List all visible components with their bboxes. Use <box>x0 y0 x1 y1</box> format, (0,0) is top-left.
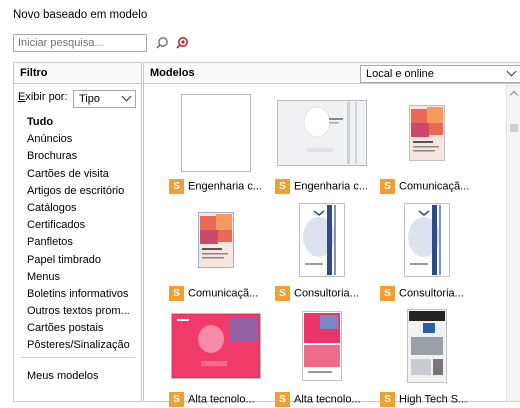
category-item[interactable]: Boletins informativos <box>27 286 130 303</box>
writer-doc-icon: S <box>169 392 184 407</box>
template-name: Alta tecnolo... <box>294 393 361 406</box>
divider <box>20 357 135 358</box>
template-label: S Comunicaçã... <box>380 179 469 195</box>
template-label: S Comunicaçã... <box>169 286 258 302</box>
template-thumbnail[interactable] <box>166 93 266 173</box>
template-thumbnail[interactable] <box>272 200 372 280</box>
template-name: Engenharia c... <box>294 180 368 193</box>
template-thumbnail[interactable] <box>166 306 266 386</box>
category-item[interactable]: Certificados <box>27 217 130 234</box>
chevron-down-icon <box>506 66 517 77</box>
template-thumbnail[interactable] <box>377 306 477 386</box>
my-templates-item[interactable]: Meus modelos <box>27 370 99 382</box>
writer-doc-icon: S <box>169 286 184 301</box>
category-item[interactable]: Papel timbrado <box>27 252 130 269</box>
template-label: S High Tech S... <box>380 392 467 408</box>
template-name: Comunicaçã... <box>399 180 470 193</box>
template-thumbnail[interactable] <box>377 93 477 173</box>
template-thumbnail[interactable] <box>272 93 372 173</box>
category-item[interactable]: Outros textos prom... <box>27 303 130 320</box>
template-label: S Alta tecnolo... <box>169 392 255 408</box>
category-item[interactable]: Catálogos <box>27 200 130 217</box>
writer-doc-icon: S <box>380 392 395 407</box>
location-value: Local e online <box>366 68 434 80</box>
search-input[interactable] <box>13 34 147 52</box>
show-by-value: Tipo <box>79 93 100 105</box>
category-item[interactable]: Cartões postais <box>27 320 130 337</box>
template-name: Alta tecnolo... <box>188 393 255 406</box>
writer-doc-icon: S <box>169 179 184 194</box>
writer-doc-icon: S <box>380 286 395 301</box>
filter-header: Filtro <box>14 63 141 84</box>
category-item[interactable]: Brochuras <box>27 148 130 165</box>
template-label: S Engenharia c... <box>275 179 368 195</box>
writer-doc-icon: S <box>275 286 290 301</box>
template-name: Consultoria... <box>399 287 464 300</box>
search-icon[interactable] <box>153 34 171 52</box>
show-by-rest: xibir por: <box>25 91 68 103</box>
category-item[interactable]: Cartões de visita <box>27 166 130 183</box>
template-name: Comunicaçã... <box>188 287 259 300</box>
template-name: Engenharia c... <box>188 180 262 193</box>
window-title: Novo baseado em modelo <box>13 9 148 21</box>
show-by-select[interactable]: Tipo <box>73 90 136 108</box>
template-label: S Engenharia c... <box>169 179 262 195</box>
category-item[interactable]: Tudo <box>27 114 130 131</box>
template-thumbnail[interactable] <box>377 200 477 280</box>
scroll-up-icon[interactable] <box>509 90 519 100</box>
template-name: Consultoria... <box>294 287 359 300</box>
filter-panel: Filtro Exibir por: Tipo Tudo Anúncios Broc… <box>13 62 142 402</box>
search-options-icon[interactable] <box>173 34 191 52</box>
category-item[interactable]: Anúncios <box>27 131 130 148</box>
vertical-scrollbar[interactable] <box>506 84 520 401</box>
template-label: S Alta tecnolo... <box>275 392 361 408</box>
template-name: High Tech S... <box>399 393 468 406</box>
category-item[interactable]: Pôsteres/Sinalização <box>27 337 130 354</box>
category-item[interactable]: Menus <box>27 269 130 286</box>
template-thumbnail[interactable] <box>166 200 266 280</box>
category-item[interactable]: Panfletos <box>27 234 130 251</box>
show-by-label: Exibir por: <box>18 91 68 103</box>
scroll-thumb[interactable] <box>510 124 518 132</box>
category-item[interactable]: Artigos de escritório <box>27 183 130 200</box>
models-header-label: Modelos <box>150 67 195 79</box>
writer-doc-icon: S <box>380 179 395 194</box>
category-list: Tudo Anúncios Brochuras Cartões de visita Ar… <box>27 114 130 355</box>
writer-doc-icon: S <box>275 392 290 407</box>
template-thumbnail[interactable] <box>272 306 372 386</box>
chevron-down-icon <box>121 91 132 102</box>
template-label: S Consultoria... <box>275 286 359 302</box>
models-panel: Modelos Local e online S Engenharia c... … <box>143 62 520 407</box>
writer-doc-icon: S <box>275 179 290 194</box>
location-select[interactable]: Local e online <box>360 65 520 83</box>
template-label: S Consultoria... <box>380 286 464 302</box>
